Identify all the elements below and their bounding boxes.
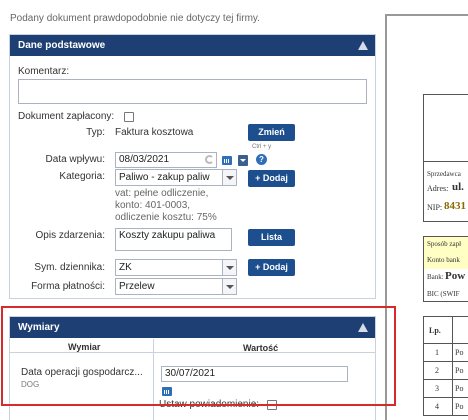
nip-label: NIP: xyxy=(427,203,443,212)
event-list-button[interactable]: Lista xyxy=(248,229,295,246)
table-row: 4 Po xyxy=(423,398,468,416)
change-type-button[interactable]: Zmień xyxy=(248,124,295,141)
event-label: Opis zdarzenia: xyxy=(35,230,105,241)
journal-select[interactable]: ZK xyxy=(115,259,237,276)
journal-value: ZK xyxy=(119,262,132,273)
payment-method-label: Sposób zapł xyxy=(427,240,462,248)
bank-value: Pow xyxy=(445,270,466,282)
comment-field[interactable] xyxy=(18,79,367,104)
payment-label: Forma płatności: xyxy=(31,281,105,292)
table-row: 1 Po xyxy=(423,344,468,362)
chevron-down-icon xyxy=(222,260,236,275)
shortcut-hint: Ctrl + y xyxy=(252,144,272,150)
category-value: Paliwo - zakup paliw xyxy=(119,172,210,183)
basic-data-header[interactable]: Dane podstawowe xyxy=(10,35,375,56)
category-detail: vat: pełne odliczenie, xyxy=(115,188,209,199)
payment-value: Przelew xyxy=(119,281,155,292)
calendar-icon[interactable] xyxy=(222,155,232,165)
paid-label: Dokument zapłacony: xyxy=(18,111,115,122)
bank-account-label: Konto bank xyxy=(427,256,460,264)
received-date-value: 08/03/2021 xyxy=(119,154,170,165)
table-row: 2 Po xyxy=(423,362,468,380)
received-date-label: Data wpływu: xyxy=(45,154,105,165)
undo-icon[interactable] xyxy=(205,155,214,164)
chevron-down-icon xyxy=(222,279,236,294)
type-value: Faktura kosztowa xyxy=(115,127,194,138)
bank-label: Bank: xyxy=(427,273,444,281)
type-label: Typ: xyxy=(86,127,105,138)
notice-text: Podany dokument prawdopodobnie nie dotyc… xyxy=(10,13,260,24)
add-category-button[interactable]: + Dodaj xyxy=(248,170,295,187)
category-select[interactable]: Paliwo - zakup paliw xyxy=(115,169,237,186)
bic-label: BIC (SWIF xyxy=(427,290,460,298)
row-name: Po xyxy=(455,402,464,411)
chevron-down-icon xyxy=(222,170,236,185)
row-lp: 4 xyxy=(435,402,439,411)
category-detail: odliczenie kosztu: 75% xyxy=(115,212,217,223)
row-lp: 2 xyxy=(435,366,439,375)
add-journal-button[interactable]: + Dodaj xyxy=(248,259,295,276)
collapse-icon[interactable] xyxy=(358,41,368,50)
row-lp: 3 xyxy=(435,384,439,393)
comment-label: Komentarz: xyxy=(18,66,70,77)
highlight-frame xyxy=(1,306,396,406)
paid-checkbox[interactable] xyxy=(124,112,134,122)
table-row: 3 Po xyxy=(423,380,468,398)
document-preview: Sprzedawca Adres: ul. NIP: 8431 Sposób z… xyxy=(385,14,468,420)
row-lp: 1 xyxy=(435,348,439,357)
column-lp: Lp. xyxy=(429,326,441,335)
row-name: Po xyxy=(455,348,464,357)
row-name: Po xyxy=(455,384,464,393)
seller-label: Sprzedawca xyxy=(427,170,461,178)
category-detail: konto: 401-0003, xyxy=(115,200,191,211)
nip-value: 8431 xyxy=(444,200,466,212)
received-date-field[interactable]: 08/03/2021 xyxy=(115,152,217,168)
preview-header-box xyxy=(423,94,468,162)
seller-box: Sprzedawca Adres: ul. NIP: 8431 xyxy=(423,162,468,222)
payment-box: Sposób zapł Konto bank Bank: Pow BIC (SW… xyxy=(423,236,468,302)
items-header: Lp. xyxy=(423,316,468,344)
dropdown-small-icon[interactable] xyxy=(238,155,248,166)
basic-data-title: Dane podstawowe xyxy=(18,40,106,51)
address-value: ul. xyxy=(452,181,464,193)
help-icon[interactable]: ? xyxy=(256,154,267,165)
items-table: Lp. 1 Po 2 Po 3 Po 4 Po xyxy=(423,316,468,420)
journal-label: Sym. dziennika: xyxy=(34,262,105,273)
row-name: Po xyxy=(455,366,464,375)
event-description-field[interactable] xyxy=(115,228,232,251)
payment-select[interactable]: Przelew xyxy=(115,278,237,295)
basic-data-panel: Dane podstawowe Komentarz: Dokument zapł… xyxy=(9,34,376,299)
address-label: Adres: xyxy=(427,184,449,193)
category-label: Kategoria: xyxy=(59,171,105,182)
